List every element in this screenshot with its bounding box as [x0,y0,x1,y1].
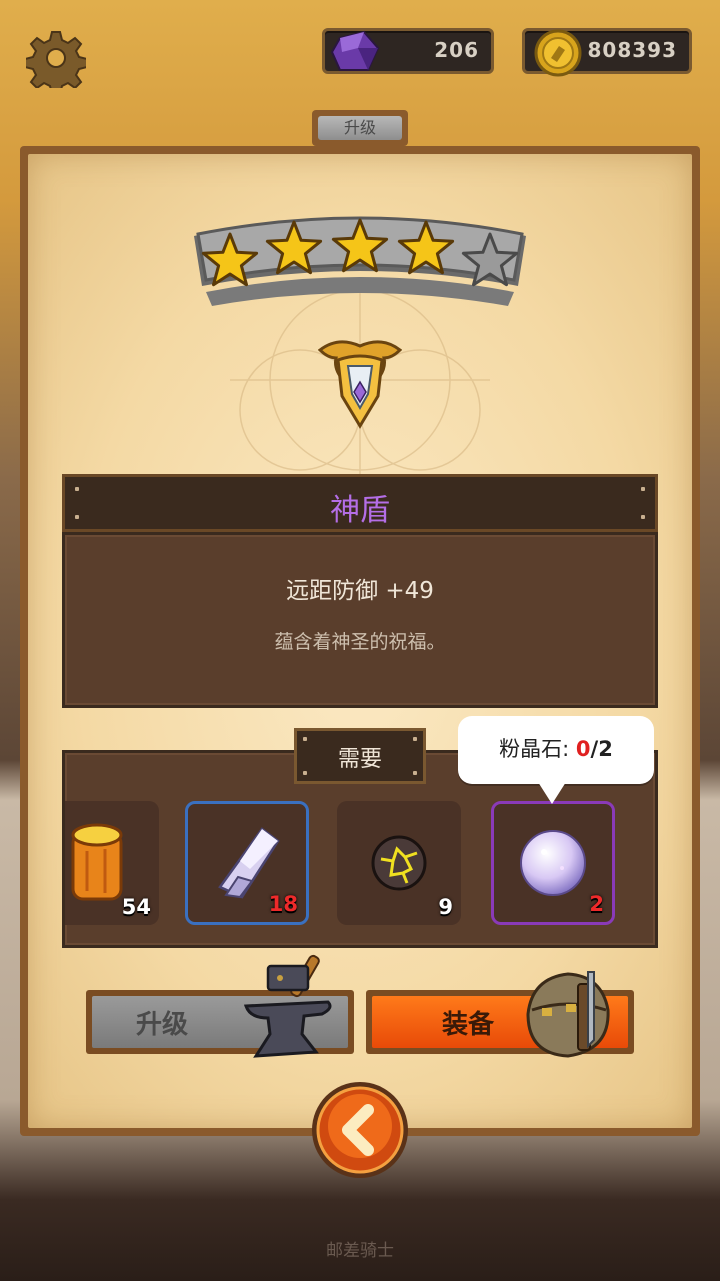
item-flavor-text: 蕴含着神圣的祝福。 [274,631,446,653]
equip-button-label: 装备 [442,1010,495,1040]
item-title-bar: 神盾 [62,474,658,532]
cracked-lava-stone-icon [371,835,427,891]
crystal-shard-icon [218,827,280,899]
gold-ingot-icon [71,823,123,901]
material-slot-lava-stone[interactable]: 9 [337,801,461,925]
upgrade-tab[interactable]: 升级 [312,110,408,146]
tooltip-have-count: 0 [575,737,591,761]
material-count: 18 [268,892,298,916]
material-count: 54 [121,895,151,919]
star-filled-icon [265,220,323,275]
item-stat: 远距防御 +49 [286,578,434,604]
requirements-label: 需要 [337,747,382,772]
pink-crystal-orb-icon [520,830,586,896]
material-tooltip: 粉晶石: 0/2 [458,716,654,784]
tooltip-need-count: /2 [590,737,613,761]
material-count: 9 [438,895,453,919]
item-description-box: 远距防御 +49 蕴含着神圣的祝福。 [62,532,658,708]
gem-count: 206 [434,38,479,62]
star-filled-icon [397,220,455,275]
material-slot-pink-crystal[interactable]: 2 [491,801,615,925]
inventory-bag-icon [522,970,614,1060]
winged-shield-emblem-icon [317,336,403,430]
upgrade-button-label: 升级 [136,1010,189,1040]
star-empty-icon [461,232,519,287]
material-slot-crystal-shard[interactable]: 18 [185,801,309,925]
star-filled-icon [331,218,389,273]
tooltip-text: 粉晶石: 0/2 [458,733,654,763]
back-button[interactable] [310,1080,410,1180]
footer-game-title: 邮差骑士 [326,1241,394,1261]
anvil-hammer-icon [242,952,338,1064]
coin-count: 808393 [587,38,677,62]
settings-gear-icon[interactable] [24,28,88,95]
star-rating [186,206,534,326]
purple-gem-icon [330,30,382,74]
material-slot-gold-ingot[interactable]: 54 [65,801,159,925]
upgrade-tab-label: 升级 [318,116,402,140]
star-filled-icon [201,232,259,287]
item-name: 神盾 [330,493,390,528]
requirements-label-box: 需要 [294,728,426,784]
tooltip-material-name: 粉晶石: [499,737,570,761]
material-count: 2 [589,892,604,916]
gold-coin-icon [533,28,583,78]
tooltip-pointer [538,782,566,804]
